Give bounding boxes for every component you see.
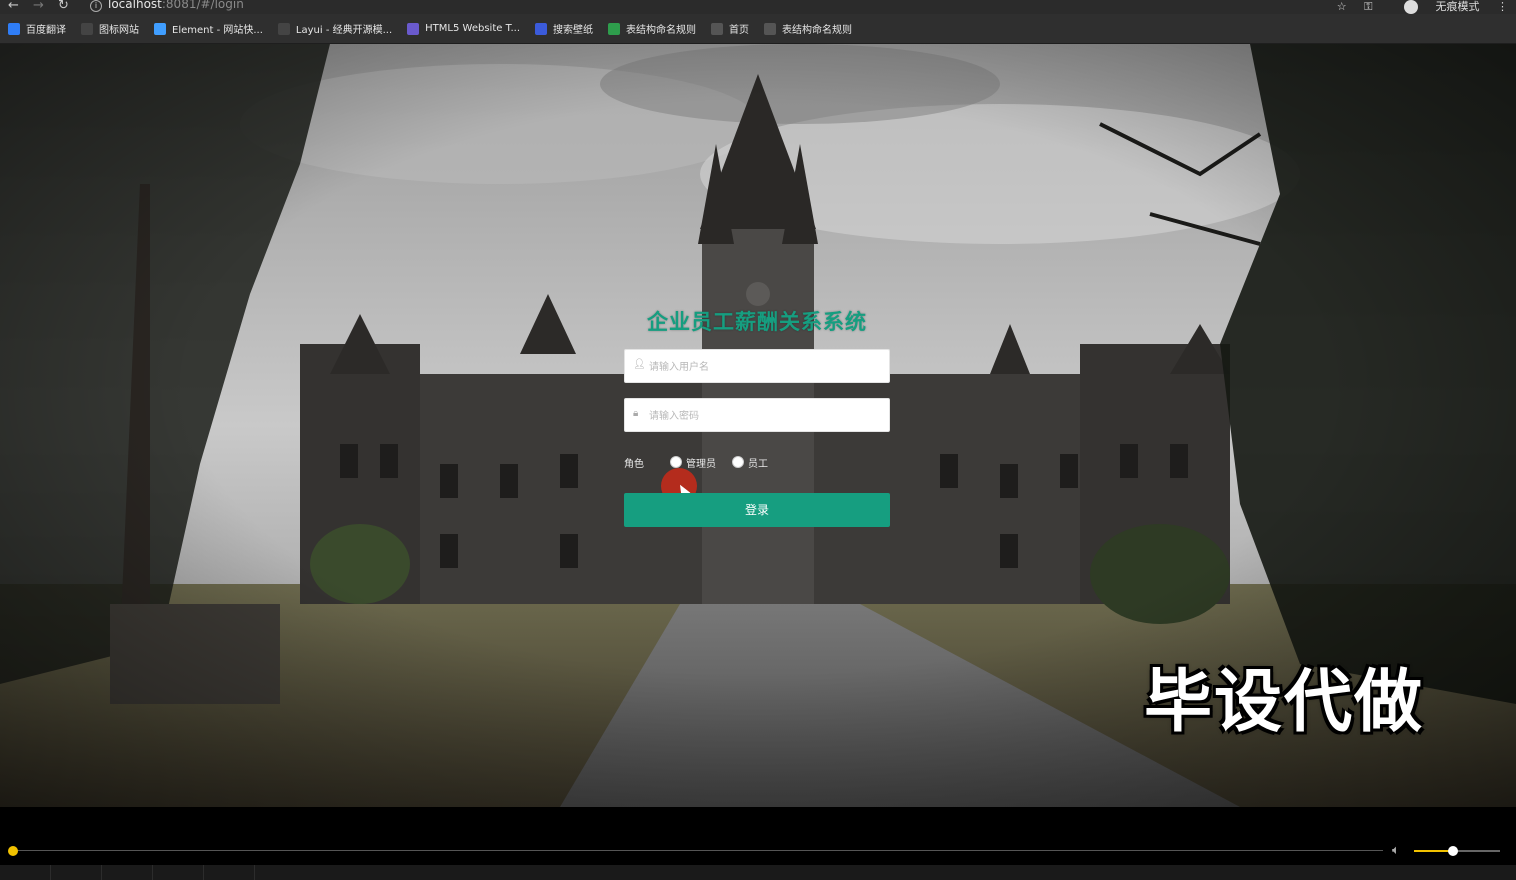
url-field[interactable]: i localhost:8081/#/login	[90, 0, 244, 12]
role-option-employee[interactable]: 员工	[732, 455, 768, 470]
password-field[interactable]: 🔒︎	[624, 398, 890, 433]
bookmarks-bar: 百度翻译 图标网站 Element - 网站快... Layui - 经典开源模...…	[0, 14, 1516, 44]
lock-icon: 🔒︎	[633, 408, 639, 419]
reload-icon[interactable]: ↻	[58, 0, 69, 13]
incognito-avatar-icon	[1404, 0, 1418, 14]
forward-arrow-icon[interactable]: →	[33, 0, 44, 13]
globe-icon	[764, 22, 777, 35]
bookmark-label: Layui - 经典开源模...	[295, 25, 393, 36]
taskbar-item[interactable]	[153, 865, 204, 880]
flag-icon	[81, 22, 93, 35]
wallpaper-icon	[535, 22, 548, 35]
incognito-button[interactable]: 无痕模式	[1390, 0, 1480, 14]
element-icon	[154, 22, 166, 35]
volume-knob[interactable]	[1447, 846, 1458, 856]
bookmark-label: Element - 网站快...	[172, 25, 263, 36]
taskbar-item[interactable]	[0, 865, 51, 880]
bookmark-label: 表结构命名规则	[782, 25, 853, 36]
site-info-icon[interactable]: i	[90, 0, 102, 12]
globe-icon	[711, 22, 724, 35]
browser-actions: ☆ ⚿ 无痕模式 ⋮	[1323, 0, 1508, 14]
volume-fill	[1414, 850, 1453, 852]
bookmark-item[interactable]: 表结构命名规则	[764, 21, 852, 36]
user-icon: 👤︎	[633, 359, 646, 370]
role-admin-label: 管理员	[686, 458, 716, 470]
bookmark-item[interactable]: 搜索壁纸	[535, 21, 593, 36]
video-player-bar: 🔈︎	[0, 807, 1516, 880]
bookmark-item[interactable]: Layui - 经典开源模...	[277, 21, 393, 36]
bookmark-item[interactable]: 百度翻译	[8, 21, 66, 36]
progress-track[interactable]	[13, 850, 1383, 851]
progress-knob[interactable]	[8, 846, 18, 856]
bookmark-label: 百度翻译	[26, 25, 66, 36]
radio-employee[interactable]	[732, 456, 744, 468]
taskbar	[0, 865, 1516, 880]
bookmark-label: 搜索壁纸	[553, 25, 594, 36]
bookmark-item[interactable]: 图标网站	[81, 21, 139, 36]
role-selector: 角色 管理员 员工	[624, 453, 890, 471]
password-input[interactable]	[647, 399, 887, 433]
key-icon[interactable]: ⚿	[1364, 0, 1372, 13]
login-button[interactable]: 登录	[624, 493, 890, 527]
incognito-label: 无痕模式	[1435, 0, 1480, 13]
back-arrow-icon[interactable]: ←	[8, 0, 19, 13]
url-path: :8081/#/login	[161, 0, 244, 11]
taskbar-item[interactable]	[204, 865, 255, 880]
menu-dots-icon[interactable]: ⋮	[1497, 0, 1508, 13]
url-host: localhost	[108, 0, 162, 11]
username-field[interactable]: 👤︎	[624, 349, 890, 384]
taskbar-item[interactable]	[51, 865, 102, 880]
role-employee-label: 员工	[748, 458, 768, 470]
bookmark-item[interactable]: HTML5 Website T...	[407, 22, 521, 35]
baidu-translate-icon	[8, 22, 20, 35]
username-input[interactable]	[647, 350, 887, 384]
bookmark-item[interactable]: Element - 网站快...	[154, 21, 263, 36]
bookmark-label: 图标网站	[99, 25, 139, 36]
browser-address-bar: ← → ↻ i localhost:8081/#/login ☆ ⚿ 无痕模式 ⋮	[0, 0, 1516, 14]
bookmark-item[interactable]: 表结构命名规则	[608, 21, 696, 36]
bookmark-star-icon[interactable]: ☆	[1337, 0, 1347, 13]
taskbar-item[interactable]	[102, 865, 153, 880]
watermark-text: 毕设代做	[1144, 663, 1425, 742]
bookmark-label: 首页	[729, 25, 750, 36]
login-title: 企业员工薪酬关系系统	[647, 310, 867, 334]
table-icon	[608, 22, 621, 35]
layui-icon	[277, 22, 290, 35]
bookmark-label: 表结构命名规则	[626, 25, 697, 36]
volume-icon[interactable]: 🔈︎	[1392, 843, 1400, 858]
volume-slider[interactable]	[1414, 846, 1500, 856]
bookmark-item[interactable]: 首页	[711, 21, 749, 36]
radio-admin[interactable]	[670, 456, 682, 468]
html5-icon	[407, 22, 420, 35]
role-label: 角色	[624, 458, 644, 470]
bookmark-label: HTML5 Website T...	[425, 23, 521, 34]
